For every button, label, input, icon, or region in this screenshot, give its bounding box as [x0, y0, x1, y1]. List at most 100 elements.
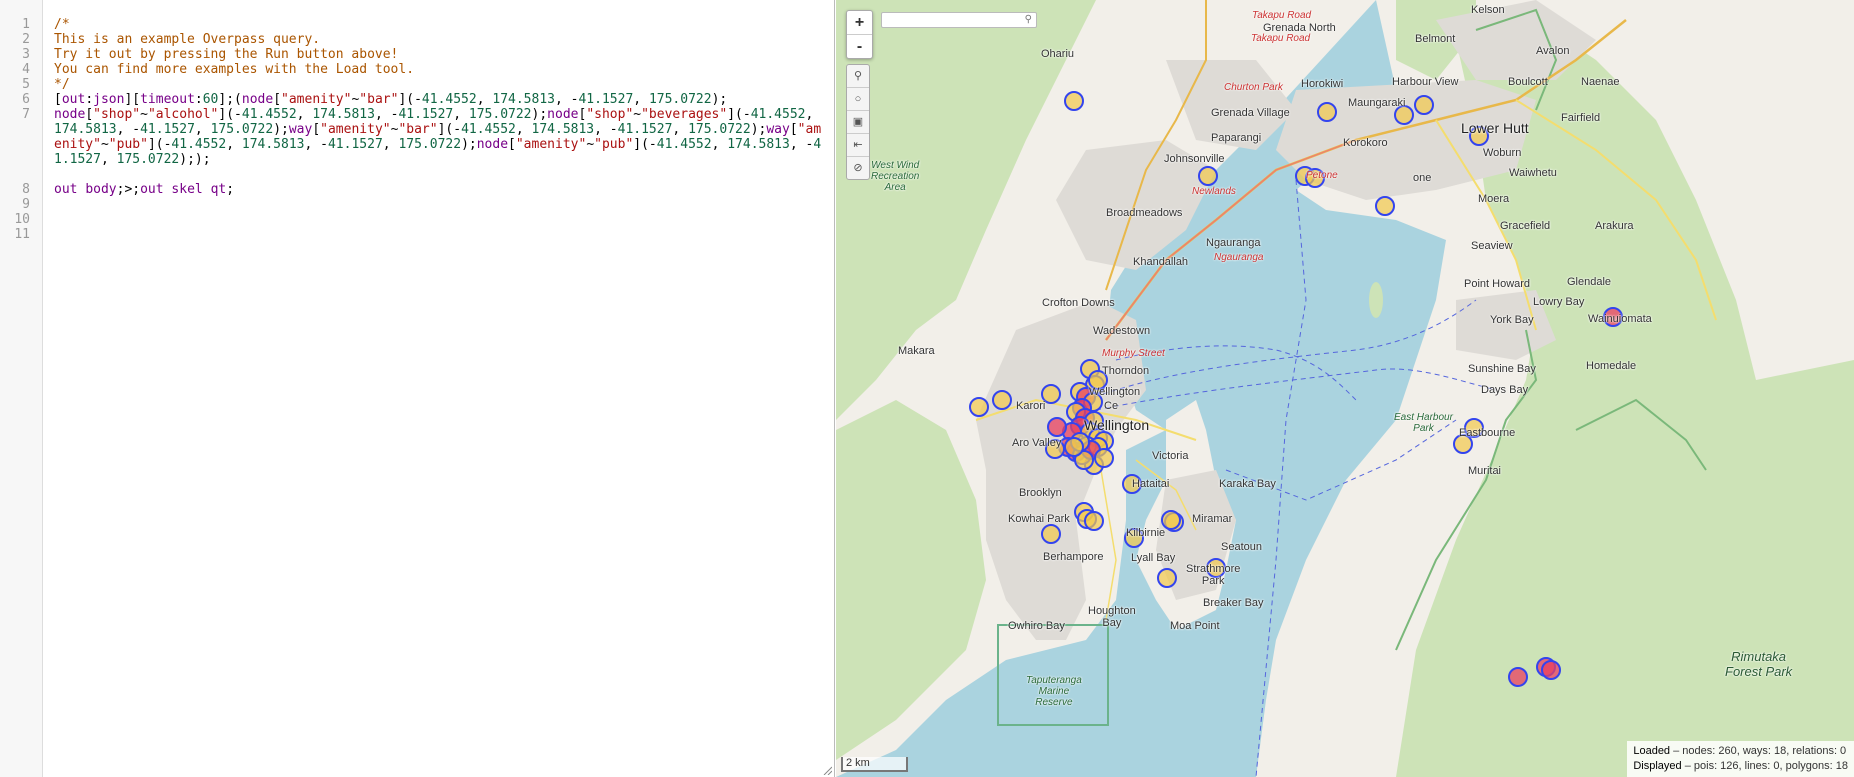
code-line-3[interactable]: Try it out by pressing the Run button ab… — [54, 47, 824, 62]
map-label: Takapu Road — [1251, 33, 1311, 44]
zoom-in-button[interactable]: + — [847, 11, 872, 35]
circle-icon[interactable]: ○ — [847, 88, 869, 111]
code-line-8[interactable]: out body;>;out skel qt; — [54, 182, 824, 197]
poi-marker[interactable] — [1508, 667, 1528, 687]
code-line-7[interactable]: node["shop"~"alcohol"](-41.4552, 174.581… — [54, 107, 824, 167]
map-label: Kelson — [1471, 4, 1505, 16]
line-number: 10 — [14, 212, 30, 227]
map-label: Woburn — [1483, 147, 1522, 159]
map-label: Lower Hutt — [1461, 120, 1529, 136]
map-label: Karaka Bay — [1219, 478, 1276, 490]
map-label: Strathmore Park — [1186, 563, 1241, 587]
map-label: Eastbourne — [1459, 427, 1516, 439]
poi-layer — [969, 91, 1623, 687]
map-label: Harbour View — [1392, 76, 1459, 88]
resize-grip-icon[interactable] — [822, 765, 832, 775]
code-line-2[interactable]: This is an example Overpass query. — [54, 32, 824, 47]
poi-marker[interactable] — [1375, 196, 1395, 216]
map-label: York Bay — [1490, 314, 1534, 326]
poi-marker[interactable] — [1047, 417, 1067, 437]
map-label: Lowry Bay — [1533, 296, 1585, 308]
map-label: Sunshine Bay — [1468, 363, 1536, 375]
map-label: Karori — [1016, 400, 1046, 412]
map-search-input[interactable]: ⚲ — [881, 12, 1037, 28]
map-label: West Wind Recreation Area — [871, 160, 920, 193]
map-label: Naenae — [1581, 76, 1620, 88]
map-label: Takapu Road — [1252, 10, 1312, 21]
map-label: Kilbirnie — [1126, 527, 1166, 539]
export-icon[interactable]: ⇤ — [847, 134, 869, 157]
map-label: Houghton Bay — [1088, 605, 1136, 629]
map-label: Seatoun — [1221, 541, 1262, 553]
map-view[interactable]: Kelson Takapu Road Grenada North Takapu … — [836, 0, 1854, 777]
map-label: Broadmeadows — [1106, 207, 1183, 219]
magnifier-icon[interactable]: ⚲ — [847, 65, 869, 88]
map-toolbar: ⚲ ○ ▣ ⇤ ⊘ — [846, 64, 870, 180]
map-label: Ce — [1104, 400, 1119, 412]
map-label: Breaker Bay — [1203, 597, 1264, 609]
poi-marker[interactable] — [1064, 91, 1084, 111]
map-label: Belmont — [1415, 33, 1456, 45]
line-number: 2 — [22, 32, 30, 47]
map-label: Aro Valley — [1012, 437, 1062, 449]
map-label: Seaview — [1471, 240, 1513, 252]
poi-marker[interactable] — [1414, 95, 1434, 115]
stats-displayed-label: Displayed — [1633, 760, 1682, 772]
map-label: Homedale — [1586, 360, 1637, 372]
stats-loaded-label: Loaded — [1633, 745, 1671, 757]
map-label: Churton Park — [1224, 82, 1283, 93]
map-label: Newlands — [1192, 186, 1236, 197]
poi-marker[interactable] — [1317, 102, 1337, 122]
map-label: Days Bay — [1481, 384, 1529, 396]
map-label: Point Howard — [1464, 278, 1531, 290]
map-label: Muritai — [1468, 465, 1502, 477]
code-line-4[interactable]: You can find more examples with the Load… — [54, 62, 824, 77]
map-label: Grenada Village — [1211, 107, 1290, 119]
code-line-6[interactable]: [out:json][timeout:60];(node["amenity"~"… — [54, 92, 824, 107]
poi-marker[interactable] — [1084, 511, 1104, 531]
zoom-out-button[interactable]: - — [847, 35, 872, 58]
clear-icon[interactable]: ⊘ — [847, 157, 869, 179]
map-label: Waiwhetu — [1509, 167, 1557, 179]
map-label: Ngauranga — [1206, 237, 1261, 249]
poi-marker[interactable] — [1157, 568, 1177, 588]
poi-marker[interactable] — [1041, 524, 1061, 544]
map-label: Johnsonville — [1164, 153, 1225, 165]
map-label: Fairfield — [1561, 112, 1601, 124]
map-label: Moa Point — [1170, 620, 1220, 632]
poi-marker[interactable] — [1541, 660, 1561, 680]
poi-marker[interactable] — [992, 390, 1012, 410]
poi-marker[interactable] — [1094, 448, 1114, 468]
map-label: Berhampore — [1043, 551, 1104, 563]
poi-marker[interactable] — [969, 397, 989, 417]
map-label: Miramar — [1192, 513, 1233, 525]
code-line-5[interactable]: */ — [54, 77, 824, 92]
map-label: Kowhai Park — [1008, 513, 1070, 525]
map-label: Lyall Bay — [1131, 552, 1176, 564]
image-icon[interactable]: ▣ — [847, 111, 869, 134]
poi-marker[interactable] — [1064, 437, 1084, 457]
map-label: Wadestown — [1093, 325, 1151, 337]
map-label: Wellington — [1089, 386, 1141, 398]
line-number: 1 — [22, 17, 30, 32]
map-label: Boulcott — [1508, 76, 1548, 88]
stats-displayed-value: – pois: 126, lines: 0, polygons: 18 — [1681, 760, 1848, 772]
line-number: 6 — [22, 92, 30, 107]
map-label: Petone — [1306, 170, 1338, 181]
map-label: Moera — [1478, 193, 1510, 205]
code-line-1[interactable]: /* — [54, 17, 824, 32]
query-editor[interactable]: 1 2 3 4 5 6 7 8 9 10 11 /* This is an ex… — [0, 0, 835, 777]
line-number: 8 — [22, 182, 30, 197]
map-label: Makara — [898, 345, 935, 357]
map-label: Gracefield — [1500, 220, 1551, 232]
line-number: 11 — [14, 227, 30, 242]
poi-marker[interactable] — [1198, 166, 1218, 186]
line-number: 4 — [22, 62, 30, 77]
map-label: Horokiwi — [1301, 78, 1344, 90]
map-label: Ngauranga — [1214, 252, 1264, 263]
map-label: Taputeranga Marine Reserve — [1026, 675, 1082, 708]
map-label: Crofton Downs — [1042, 297, 1115, 309]
map-label: Murphy Street — [1102, 348, 1165, 359]
map-label: Rimutaka Forest Park — [1725, 649, 1793, 679]
map-label: East Harbour Park — [1394, 412, 1453, 434]
